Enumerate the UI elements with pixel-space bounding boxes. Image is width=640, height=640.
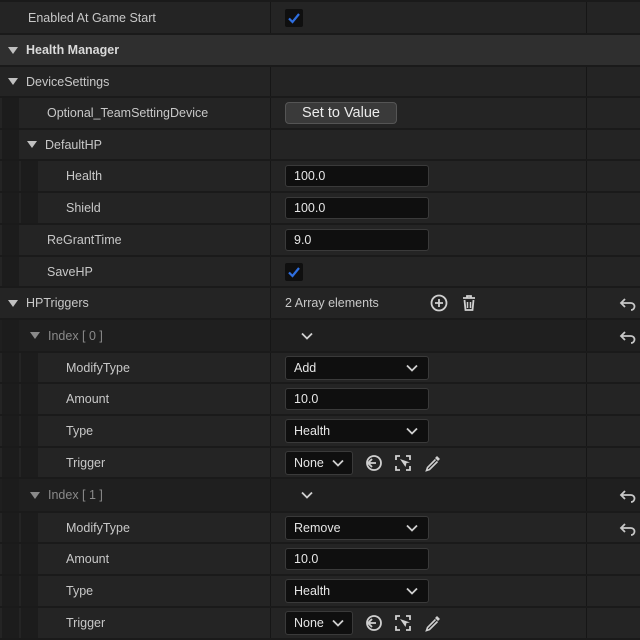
row-enabled-at-game-start: Enabled At Game Start [0,2,640,33]
type-value: Health [294,424,331,438]
delete-icon[interactable] [457,291,481,315]
use-selected-icon[interactable] [361,451,385,475]
optional-team-setting-device-label: Optional_TeamSettingDevice [47,106,209,120]
index-0-label: Index [ 0 ] [48,328,103,343]
row-index-1[interactable]: Index [ 1 ] [0,479,640,511]
chevron-down-icon [406,524,418,532]
chevron-down-icon [406,427,418,435]
trigger-value: None [294,455,324,470]
modify-type-label: ModifyType [66,520,130,535]
health-label: Health [66,169,103,183]
amount-label: Amount [66,392,110,406]
regrant-time-input[interactable]: 9.0 [285,229,429,251]
amount-input[interactable]: 10.0 [285,388,429,410]
index-1-label: Index [ 1 ] [48,488,103,502]
browse-icon[interactable] [391,451,415,475]
type-value: Health [294,584,331,598]
row-index-0-type: Type Health [0,416,640,446]
set-to-value-button[interactable]: Set to Value [285,102,397,124]
row-index-1-type: Type Health [0,576,640,606]
reset-icon[interactable] [616,291,640,315]
hp-triggers-label: HPTriggers [26,296,89,310]
type-label: Type [66,584,94,598]
row-regrant-time: ReGrantTime 9.0 [0,225,640,255]
enabled-at-game-start-checkbox[interactable] [285,8,303,27]
expand-arrow-icon[interactable] [8,299,18,307]
reset-icon[interactable] [616,516,640,540]
modify-type-dropdown[interactable]: Remove [285,515,429,540]
modify-type-dropdown[interactable]: Add [285,355,429,380]
row-health: Health 100.0 [0,161,640,191]
modify-type-value: Remove [294,520,341,535]
row-hp-triggers[interactable]: HPTriggers 2 Array elements [0,288,640,318]
details-panel: Enabled At Game Start Health Manager Dev… [0,0,640,640]
expand-arrow-icon[interactable] [27,141,37,148]
row-optional-team-setting-device: Optional_TeamSettingDevice Set to Value [0,98,640,128]
row-index-1-trigger: Trigger None [0,608,640,638]
trigger-label: Trigger [66,616,106,630]
add-element-icon[interactable] [427,291,451,315]
shield-label: Shield [66,201,101,215]
row-index-0-trigger: Trigger None [0,448,640,477]
health-manager-label: Health Manager [26,43,120,57]
health-input[interactable]: 100.0 [285,165,429,187]
row-index-0-amount: Amount 10.0 [0,384,640,414]
shield-input[interactable]: 100.0 [285,197,429,219]
save-hp-checkbox[interactable] [285,262,303,281]
expand-arrow-icon[interactable] [8,78,18,85]
chevron-down-icon [332,619,344,627]
row-index-1-modify-type: ModifyType Remove [0,513,640,542]
chevron-down-icon [406,364,418,372]
use-selected-icon[interactable] [361,611,385,635]
chevron-down-icon [406,587,418,595]
reset-icon[interactable] [616,483,640,507]
row-default-hp[interactable]: DefaultHP [0,130,640,159]
amount-label: Amount [66,552,110,566]
type-label: Type [66,424,94,438]
expand-arrow-icon[interactable] [30,491,40,499]
chevron-down-icon[interactable] [301,491,313,499]
reset-icon[interactable] [616,324,640,348]
trigger-dropdown[interactable]: None [285,611,353,635]
chevron-down-icon [332,459,344,467]
row-device-settings[interactable]: DeviceSettings [0,67,640,96]
type-dropdown[interactable]: Health [285,419,429,443]
default-hp-label: DefaultHP [45,137,102,152]
expand-arrow-icon[interactable] [30,332,40,339]
row-shield: Shield 100.0 [0,193,640,223]
row-index-0-modify-type: ModifyType Add [0,353,640,382]
trigger-dropdown[interactable]: None [285,450,353,475]
chevron-down-icon[interactable] [301,332,313,340]
trigger-label: Trigger [66,455,106,470]
enabled-at-game-start-label: Enabled At Game Start [28,10,156,25]
modify-type-label: ModifyType [66,360,130,375]
regrant-time-label: ReGrantTime [47,233,122,247]
checkmark-icon [288,266,300,278]
row-save-hp: SaveHP [0,257,640,286]
checkmark-icon [288,12,300,24]
browse-icon[interactable] [391,611,415,635]
modify-type-value: Add [294,360,317,375]
save-hp-label: SaveHP [47,264,93,279]
row-index-1-amount: Amount 10.0 [0,544,640,574]
trigger-value: None [294,616,324,630]
type-dropdown[interactable]: Health [285,579,429,603]
device-settings-label: DeviceSettings [26,74,110,89]
section-health-manager[interactable]: Health Manager [0,35,640,65]
picker-icon[interactable] [421,611,445,635]
expand-arrow-icon[interactable] [8,46,18,54]
picker-icon[interactable] [421,451,445,475]
row-index-0[interactable]: Index [ 0 ] [0,320,640,351]
amount-input[interactable]: 10.0 [285,548,429,570]
array-count-text: 2 Array elements [285,296,379,310]
